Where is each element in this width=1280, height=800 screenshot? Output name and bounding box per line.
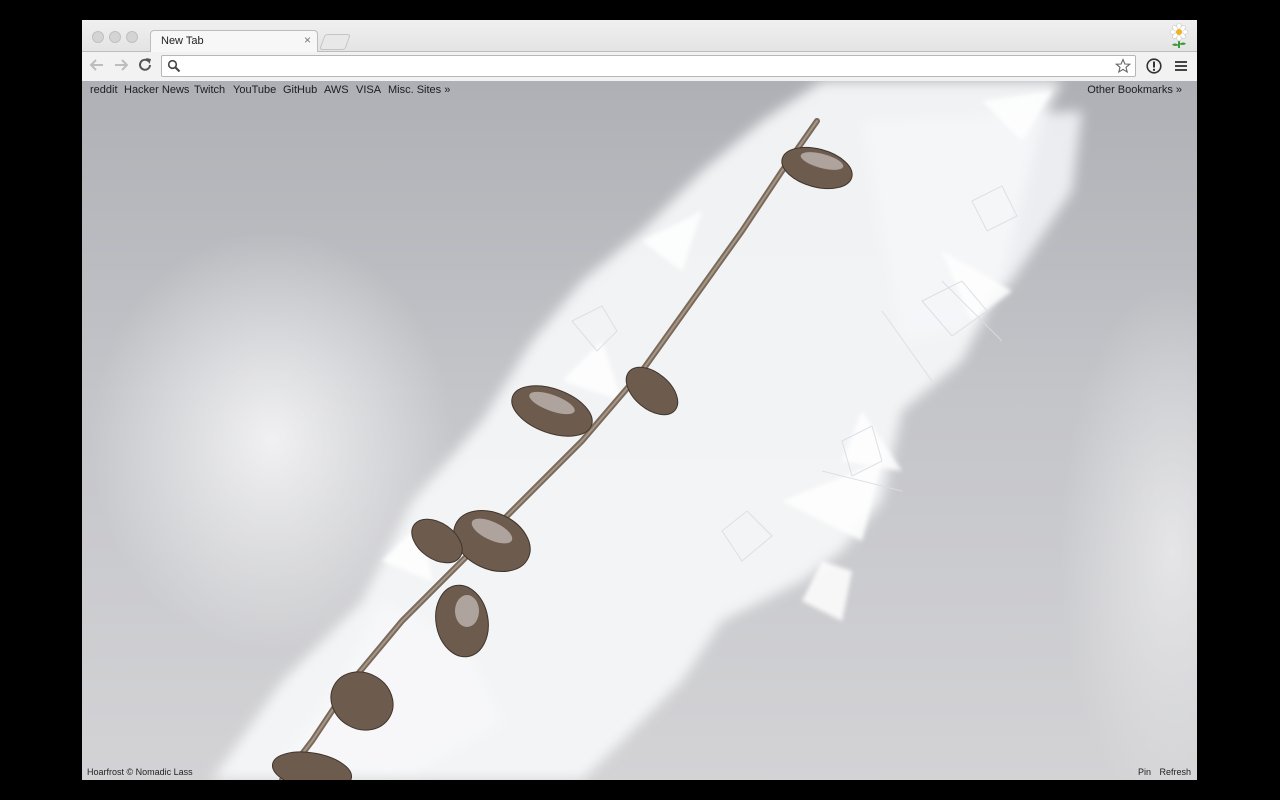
- hoarfrost-background-photo: [212, 81, 1082, 780]
- tab-strip: New Tab ×: [82, 20, 1197, 52]
- tab-new-tab[interactable]: New Tab ×: [150, 30, 318, 52]
- flower-avatar-icon[interactable]: [1167, 23, 1191, 49]
- footer-actions: Pin Refresh: [1132, 767, 1191, 777]
- search-icon: [167, 59, 181, 73]
- close-icon[interactable]: ×: [304, 33, 311, 47]
- omnibox[interactable]: [161, 55, 1136, 77]
- omnibox-input[interactable]: [184, 58, 1108, 76]
- other-bookmarks-folder[interactable]: Other Bookmarks »: [1087, 84, 1182, 96]
- photo-credit[interactable]: Hoarfrost © Nomadic Lass: [87, 767, 193, 777]
- reload-icon[interactable]: [136, 56, 154, 74]
- browser-window: New Tab × reddit Hacker News Twitch YouT…: [82, 20, 1197, 780]
- new-tab-page: reddit Hacker News Twitch YouTube GitHub…: [82, 81, 1197, 780]
- forward-arrow-icon[interactable]: [112, 56, 130, 74]
- bookmark-youtube[interactable]: YouTube: [233, 84, 276, 96]
- bookmark-github[interactable]: GitHub: [283, 84, 317, 96]
- bookmark-aws[interactable]: AWS: [324, 84, 349, 96]
- new-tab-button[interactable]: [319, 34, 351, 50]
- toolbar: [82, 52, 1197, 80]
- minimize-window-button[interactable]: [109, 31, 121, 43]
- back-arrow-icon[interactable]: [88, 56, 106, 74]
- bookmark-hacker-news[interactable]: Hacker News: [124, 84, 189, 96]
- zoom-window-button[interactable]: [126, 31, 138, 43]
- pin-button[interactable]: Pin: [1138, 767, 1151, 777]
- info-icon[interactable]: [1146, 58, 1162, 74]
- bookmark-reddit[interactable]: reddit: [90, 84, 118, 96]
- star-icon[interactable]: [1115, 58, 1131, 74]
- bookmark-visa[interactable]: VISA: [356, 84, 381, 96]
- bookmarks-bar: reddit Hacker News Twitch YouTube GitHub…: [82, 81, 1197, 101]
- tab-title: New Tab: [161, 35, 204, 47]
- refresh-button[interactable]: Refresh: [1159, 767, 1191, 777]
- hamburger-menu-icon[interactable]: [1174, 59, 1188, 73]
- bookmark-twitch[interactable]: Twitch: [194, 84, 225, 96]
- close-window-button[interactable]: [92, 31, 104, 43]
- bookmark-misc-sites-folder[interactable]: Misc. Sites »: [388, 84, 450, 96]
